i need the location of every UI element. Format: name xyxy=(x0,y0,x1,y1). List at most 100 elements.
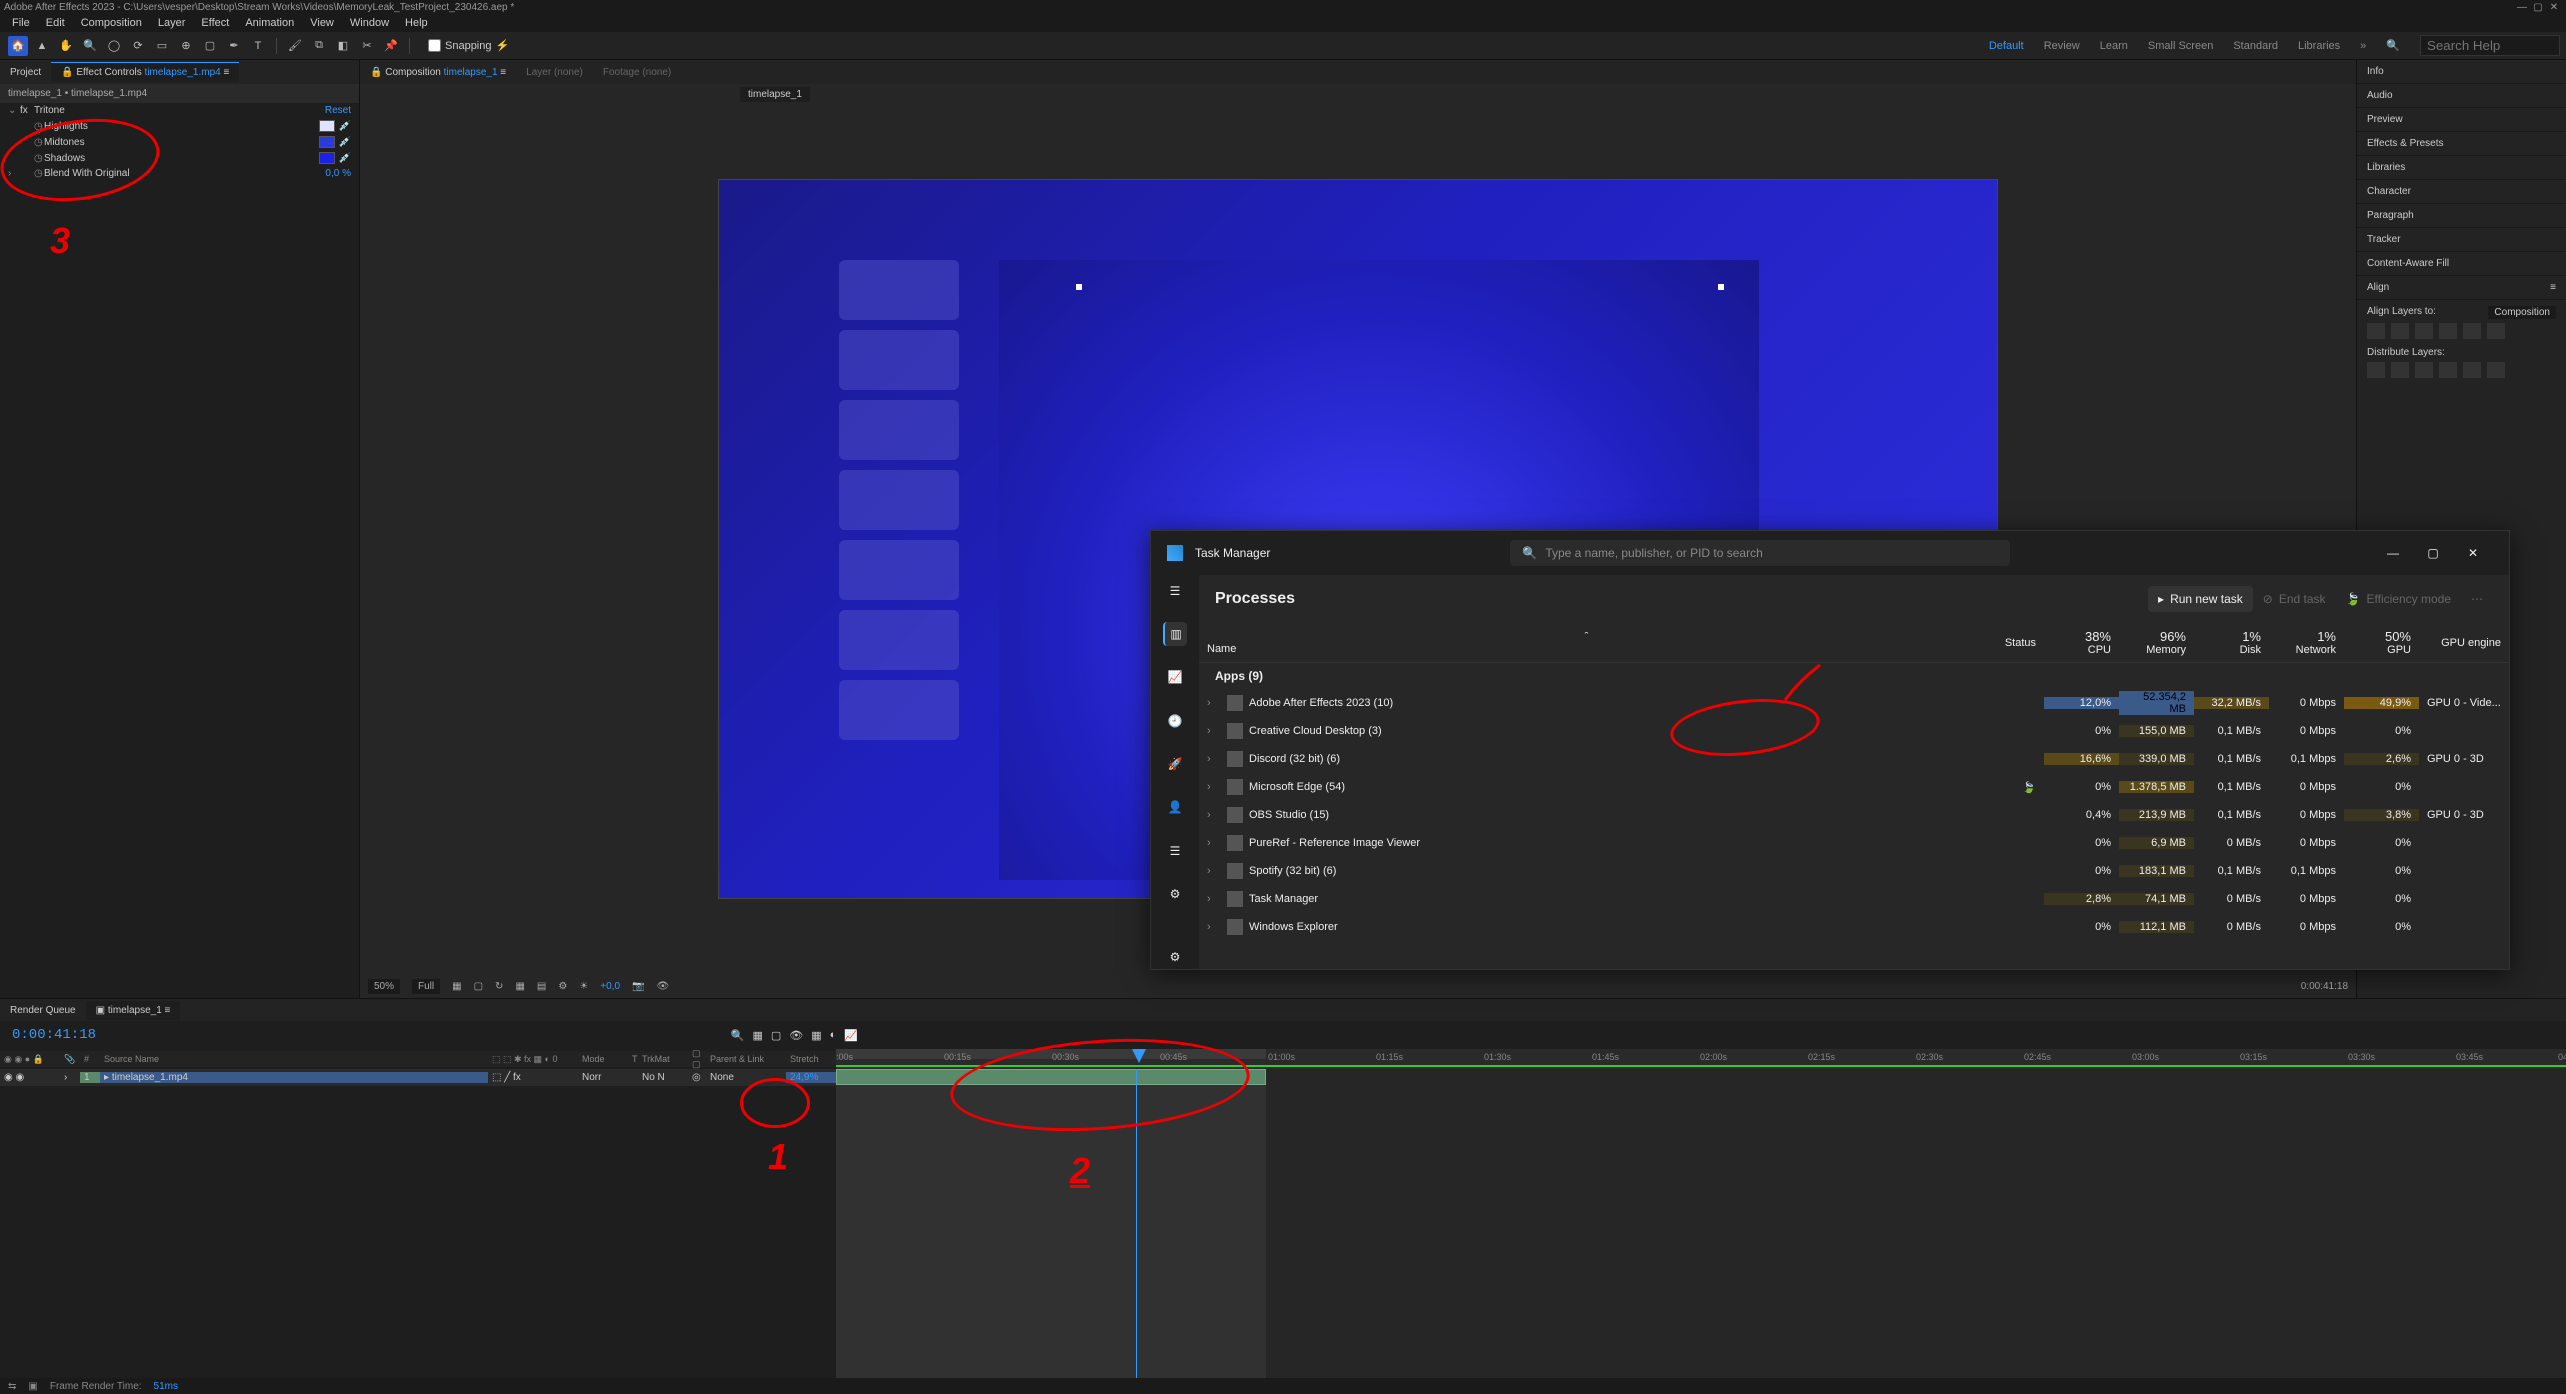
task-manager-search[interactable]: 🔍 Type a name, publisher, or PID to sear… xyxy=(1510,540,2010,566)
menu-edit[interactable]: Edit xyxy=(38,17,73,29)
panel-audio[interactable]: Audio xyxy=(2357,84,2566,108)
switch-icon[interactable]: ⇆ xyxy=(8,1381,16,1392)
roto-tool[interactable]: ✂ xyxy=(357,36,377,56)
tab-render-queue[interactable]: Render Queue xyxy=(0,1001,86,1020)
channel-icon[interactable]: ▤ xyxy=(537,981,546,992)
panel-tracker[interactable]: Tracker xyxy=(2357,228,2566,252)
minimize-button[interactable]: — xyxy=(2514,2,2530,13)
panel-align[interactable]: Align xyxy=(2367,282,2389,293)
stopwatch-icon[interactable]: ◷ xyxy=(34,168,44,179)
workspace-standard[interactable]: Standard xyxy=(2233,40,2278,52)
menu-view[interactable]: View xyxy=(302,17,342,29)
details-tab-icon[interactable]: ☰ xyxy=(1163,839,1187,862)
zoom-tool[interactable]: 🔍 xyxy=(80,36,100,56)
workspace-overflow-icon[interactable]: » xyxy=(2360,40,2366,52)
selection-tool[interactable]: ▲ xyxy=(32,36,52,56)
col-t[interactable]: T xyxy=(628,1054,638,1064)
layer-parent-dropdown[interactable]: None xyxy=(706,1072,786,1083)
orbit-tool[interactable]: ◯ xyxy=(104,36,124,56)
blend-value[interactable]: 0,0 % xyxy=(325,168,351,179)
shadows-color-swatch[interactable] xyxy=(319,152,335,164)
tab-project[interactable]: Project xyxy=(0,63,51,82)
shy-icon[interactable]: 👁 xyxy=(789,1029,803,1042)
process-row[interactable]: ›OBS Studio (15) 0,4% 213,9 MB 0,1 MB/s … xyxy=(1199,801,2509,829)
menu-layer[interactable]: Layer xyxy=(150,17,194,29)
tm-minimize-button[interactable]: — xyxy=(2373,546,2413,560)
process-row[interactable]: ›Creative Cloud Desktop (3) 0% 155,0 MB … xyxy=(1199,717,2509,745)
menu-window[interactable]: Window xyxy=(342,17,397,29)
effect-reset[interactable]: Reset xyxy=(325,105,351,116)
process-row[interactable]: ›Windows Explorer 0% 112,1 MB 0 MB/s 0 M… xyxy=(1199,913,2509,941)
process-row[interactable]: ›Discord (32 bit) (6) 16,6% 339,0 MB 0,1… xyxy=(1199,745,2509,773)
eraser-tool[interactable]: ◧ xyxy=(333,36,353,56)
col-mode[interactable]: Mode xyxy=(578,1054,628,1064)
tm-maximize-button[interactable]: ▢ xyxy=(2413,546,2453,560)
eyedropper-icon[interactable]: 💉 xyxy=(339,137,351,148)
hand-tool[interactable]: ✋ xyxy=(56,36,76,56)
settings-icon[interactable]: ⚙ xyxy=(1163,946,1187,969)
services-tab-icon[interactable]: ⚙ xyxy=(1163,882,1187,905)
zoom-dropdown[interactable]: 50% xyxy=(368,979,400,994)
tab-effect-controls[interactable]: 🔒 Effect Controls timelapse_1.mp4 ≡ xyxy=(51,62,239,82)
efficiency-mode-button[interactable]: 🍃 Efficiency mode xyxy=(2336,586,2461,612)
exposure-icon[interactable]: ☀ xyxy=(579,981,588,992)
tm-close-button[interactable]: ✕ xyxy=(2453,546,2493,560)
pen-tool[interactable]: ✒ xyxy=(224,36,244,56)
clone-tool[interactable]: ⧉ xyxy=(309,36,329,56)
exposure-value[interactable]: +0,0 xyxy=(600,981,620,992)
layer-stretch-value[interactable]: 24,9% xyxy=(786,1072,836,1083)
workspace-review[interactable]: Review xyxy=(2044,40,2080,52)
menu-help[interactable]: Help xyxy=(397,17,436,29)
text-tool[interactable]: T xyxy=(248,36,268,56)
align-hcenter-button[interactable] xyxy=(2391,323,2409,339)
playhead-line[interactable] xyxy=(1136,1069,1137,1378)
mask-icon[interactable]: ▢ xyxy=(474,981,483,992)
menu-animation[interactable]: Animation xyxy=(237,17,302,29)
process-row[interactable]: ›Spotify (32 bit) (6) 0% 183,1 MB 0,1 MB… xyxy=(1199,857,2509,885)
timeline-timecode[interactable]: 0:00:41:18 xyxy=(0,1027,108,1043)
frame-blend-icon[interactable]: ▦ xyxy=(811,1029,821,1042)
selection-handle[interactable] xyxy=(1076,284,1082,290)
snapping-checkbox[interactable] xyxy=(428,39,441,52)
align-top-button[interactable] xyxy=(2439,323,2457,339)
collapse-icon[interactable]: › xyxy=(8,168,20,179)
puppet-tool[interactable]: 📌 xyxy=(381,36,401,56)
col-status[interactable]: Status xyxy=(1974,623,2044,662)
collapse-icon[interactable]: ▣ xyxy=(28,1381,37,1392)
users-tab-icon[interactable]: 👤 xyxy=(1163,796,1187,819)
col-cpu[interactable]: 38%CPU xyxy=(2044,623,2119,662)
panel-character[interactable]: Character xyxy=(2357,180,2566,204)
distribute-button[interactable] xyxy=(2367,362,2385,378)
search-help-input[interactable] xyxy=(2420,35,2560,56)
col-stretch[interactable]: Stretch xyxy=(786,1054,836,1064)
apps-group[interactable]: Apps (9) xyxy=(1199,663,2509,689)
stopwatch-icon[interactable]: ◷ xyxy=(34,137,44,148)
col-trkmat[interactable]: TrkMat xyxy=(638,1054,688,1064)
menu-file[interactable]: File xyxy=(4,17,38,29)
menu-composition[interactable]: Composition xyxy=(73,17,150,29)
align-right-button[interactable] xyxy=(2415,323,2433,339)
workspace-small-screen[interactable]: Small Screen xyxy=(2148,40,2213,52)
workspace-libraries[interactable]: Libraries xyxy=(2298,40,2340,52)
fx-toggle-icon[interactable]: fx xyxy=(20,105,34,116)
align-target-dropdown[interactable]: Composition xyxy=(2488,306,2556,319)
col-gpu[interactable]: 50%GPU xyxy=(2344,623,2419,662)
tab-timeline-comp[interactable]: ▣ timelapse_1 ≡ xyxy=(86,1001,181,1020)
more-options-button[interactable]: ⋯ xyxy=(2461,586,2493,612)
end-task-button[interactable]: ⊘ End task xyxy=(2253,586,2336,612)
preview-icon[interactable]: 👁 xyxy=(656,981,669,992)
col-gpu-engine[interactable]: GPU engine xyxy=(2419,623,2509,662)
col-parent[interactable]: Parent & Link xyxy=(706,1054,786,1064)
pan-behind-tool[interactable]: ⊕ xyxy=(176,36,196,56)
col-disk[interactable]: 1%Disk xyxy=(2194,623,2269,662)
panel-paragraph[interactable]: Paragraph xyxy=(2357,204,2566,228)
stopwatch-icon[interactable]: ◷ xyxy=(34,153,44,164)
effect-name[interactable]: Tritone xyxy=(34,105,325,116)
shape-tool[interactable]: ▢ xyxy=(200,36,220,56)
panel-libraries[interactable]: Libraries xyxy=(2357,156,2566,180)
processes-tab-icon[interactable]: ▥ xyxy=(1163,622,1187,645)
layer-mode-dropdown[interactable]: Norr xyxy=(578,1072,628,1083)
effect-collapse-icon[interactable]: ⌄ xyxy=(8,105,20,116)
panel-info[interactable]: Info xyxy=(2357,60,2566,84)
run-new-task-button[interactable]: ▸ Run new task xyxy=(2148,586,2253,612)
